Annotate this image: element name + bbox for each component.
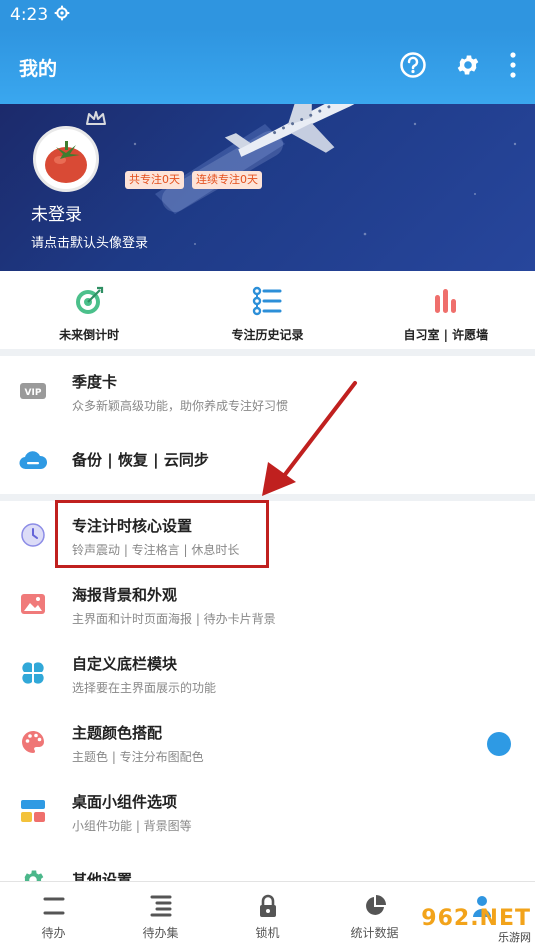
avatar[interactable] bbox=[33, 126, 99, 192]
floating-dot[interactable] bbox=[487, 732, 511, 756]
tomato-avatar-icon bbox=[45, 141, 87, 183]
page-title: 我的 bbox=[19, 57, 58, 80]
menu-item-custom-bottom-bar[interactable]: 自定义底栏模块 选择要在主界面展示的功能 bbox=[0, 639, 535, 707]
history-list-icon bbox=[253, 286, 282, 316]
status-bar: 4:23 bbox=[0, 0, 535, 30]
todo-set-icon bbox=[150, 895, 171, 917]
menu-title: 备份 | 恢复 | 云同步 bbox=[72, 451, 209, 469]
vip-icon: VIP bbox=[19, 377, 47, 405]
nav-stats[interactable]: 统计数据 bbox=[321, 882, 428, 951]
clock-icon bbox=[19, 521, 47, 549]
app-bar: 我的 bbox=[0, 30, 535, 104]
menu-item-poster-background[interactable]: 海报背景和外观 主界面和计时页面海报 | 待办卡片背景 bbox=[0, 570, 535, 638]
menu-title: 桌面小组件选项 bbox=[72, 793, 178, 811]
widget-icon bbox=[19, 797, 47, 825]
clover-icon bbox=[19, 659, 47, 687]
bar-chart-icon bbox=[434, 289, 456, 313]
gear-icon[interactable] bbox=[455, 52, 481, 82]
bottom-nav: 待办 待办集 锁机 统计数据 962.NET 乐游网 bbox=[0, 881, 535, 951]
menu-subtitle: 小组件功能 | 背景图等 bbox=[72, 819, 192, 833]
todo-icon bbox=[43, 897, 64, 915]
shortcut-history[interactable]: 专注历史记录 bbox=[178, 271, 356, 349]
total-focus-badge: 共专注0天 bbox=[125, 171, 184, 189]
menu-subtitle: 主界面和计时页面海报 | 待办卡片背景 bbox=[72, 612, 276, 626]
shortcut-label: 专注历史记录 bbox=[231, 328, 304, 342]
menu-item-season-card[interactable]: VIP 季度卡 众多新颖高级功能，助你养成专注好习惯 bbox=[0, 357, 535, 425]
cloud-icon bbox=[19, 446, 47, 474]
gear-small-icon bbox=[54, 5, 70, 26]
lock-icon bbox=[259, 894, 276, 917]
watermark-caption: 乐游网 bbox=[498, 931, 531, 944]
shortcut-label: 自习室 | 许愿墙 bbox=[403, 328, 489, 342]
shortcut-row: 未来倒计时 专注历史记录 自习室 | 许愿墙 bbox=[0, 271, 535, 349]
crown-icon bbox=[86, 111, 106, 125]
menu-title: 季度卡 bbox=[72, 373, 118, 391]
highlight-box bbox=[55, 500, 269, 568]
svg-text:VIP: VIP bbox=[25, 388, 42, 398]
menu-item-desktop-widget[interactable]: 桌面小组件选项 小组件功能 | 背景图等 bbox=[0, 777, 535, 845]
login-status[interactable]: 未登录 bbox=[31, 200, 82, 225]
shortcut-label: 未来倒计时 bbox=[59, 328, 120, 342]
nav-label: 待办集 bbox=[142, 926, 179, 940]
pie-chart-icon bbox=[365, 895, 386, 915]
login-hint: 请点击默认头像登录 bbox=[31, 236, 149, 251]
menu-title: 主题颜色搭配 bbox=[72, 724, 163, 742]
menu-title: 海报背景和外观 bbox=[72, 586, 178, 604]
menu-item-backup[interactable]: 备份 | 恢复 | 云同步 bbox=[0, 426, 535, 494]
nav-todo-set[interactable]: 待办集 bbox=[107, 882, 214, 951]
menu-subtitle: 主题色 | 专注分布图配色 bbox=[72, 750, 204, 764]
watermark-brand: 962.NET bbox=[421, 906, 531, 931]
nav-lock[interactable]: 锁机 bbox=[214, 882, 321, 951]
help-circle-icon[interactable] bbox=[399, 51, 427, 83]
shortcut-study-room[interactable]: 自习室 | 许愿墙 bbox=[357, 271, 535, 349]
menu-subtitle: 选择要在主界面展示的功能 bbox=[72, 681, 217, 695]
palette-icon bbox=[19, 728, 47, 756]
more-vertical-icon[interactable] bbox=[509, 51, 517, 83]
nav-label: 统计数据 bbox=[350, 926, 399, 940]
watermark: 962.NET 乐游网 bbox=[421, 906, 531, 945]
nav-label: 待办 bbox=[41, 926, 66, 940]
shortcut-countdown[interactable]: 未来倒计时 bbox=[0, 271, 178, 349]
streak-focus-badge: 连续专注0天 bbox=[192, 171, 262, 189]
image-icon bbox=[19, 590, 47, 618]
target-icon bbox=[76, 286, 104, 314]
menu-item-theme-colors[interactable]: 主题颜色搭配 主题色 | 专注分布图配色 bbox=[0, 708, 535, 776]
section-divider bbox=[0, 349, 535, 356]
menu-subtitle: 众多新颖高级功能，助你养成专注好习惯 bbox=[72, 399, 289, 413]
nav-label: 锁机 bbox=[255, 926, 280, 940]
profile-banner: 共专注0天 连续专注0天 未登录 请点击默认头像登录 bbox=[0, 104, 535, 271]
status-time: 4:23 bbox=[10, 5, 49, 25]
menu-title: 自定义底栏模块 bbox=[72, 655, 178, 673]
nav-todo[interactable]: 待办 bbox=[0, 882, 107, 951]
